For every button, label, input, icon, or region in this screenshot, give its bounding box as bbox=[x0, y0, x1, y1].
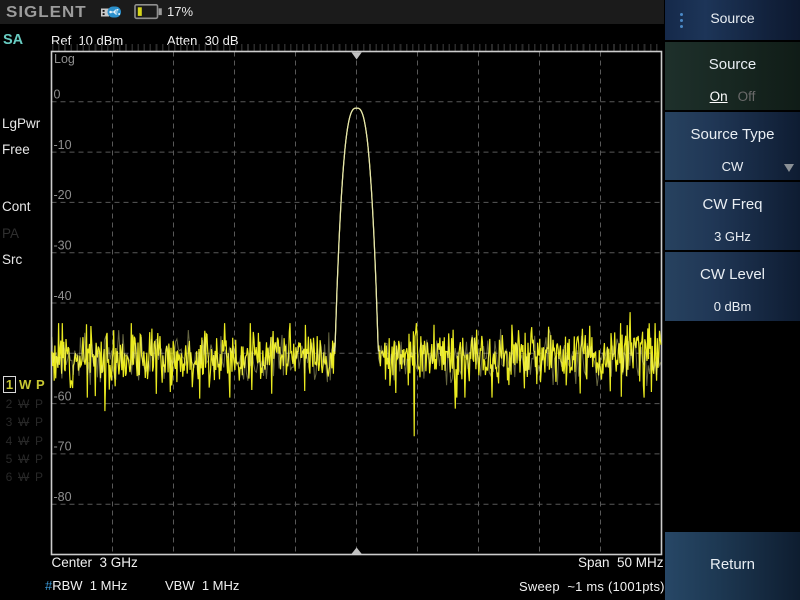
svg-text:-60: -60 bbox=[54, 389, 72, 403]
svg-text:-70: -70 bbox=[54, 440, 72, 454]
svg-text:Log: Log bbox=[54, 52, 75, 66]
svg-text:-20: -20 bbox=[54, 188, 72, 202]
svg-text:0: 0 bbox=[54, 88, 61, 102]
svg-text:-30: -30 bbox=[54, 239, 72, 253]
svg-text:-80: -80 bbox=[54, 490, 72, 504]
svg-text:-40: -40 bbox=[54, 289, 72, 303]
svg-text:-10: -10 bbox=[54, 138, 72, 152]
